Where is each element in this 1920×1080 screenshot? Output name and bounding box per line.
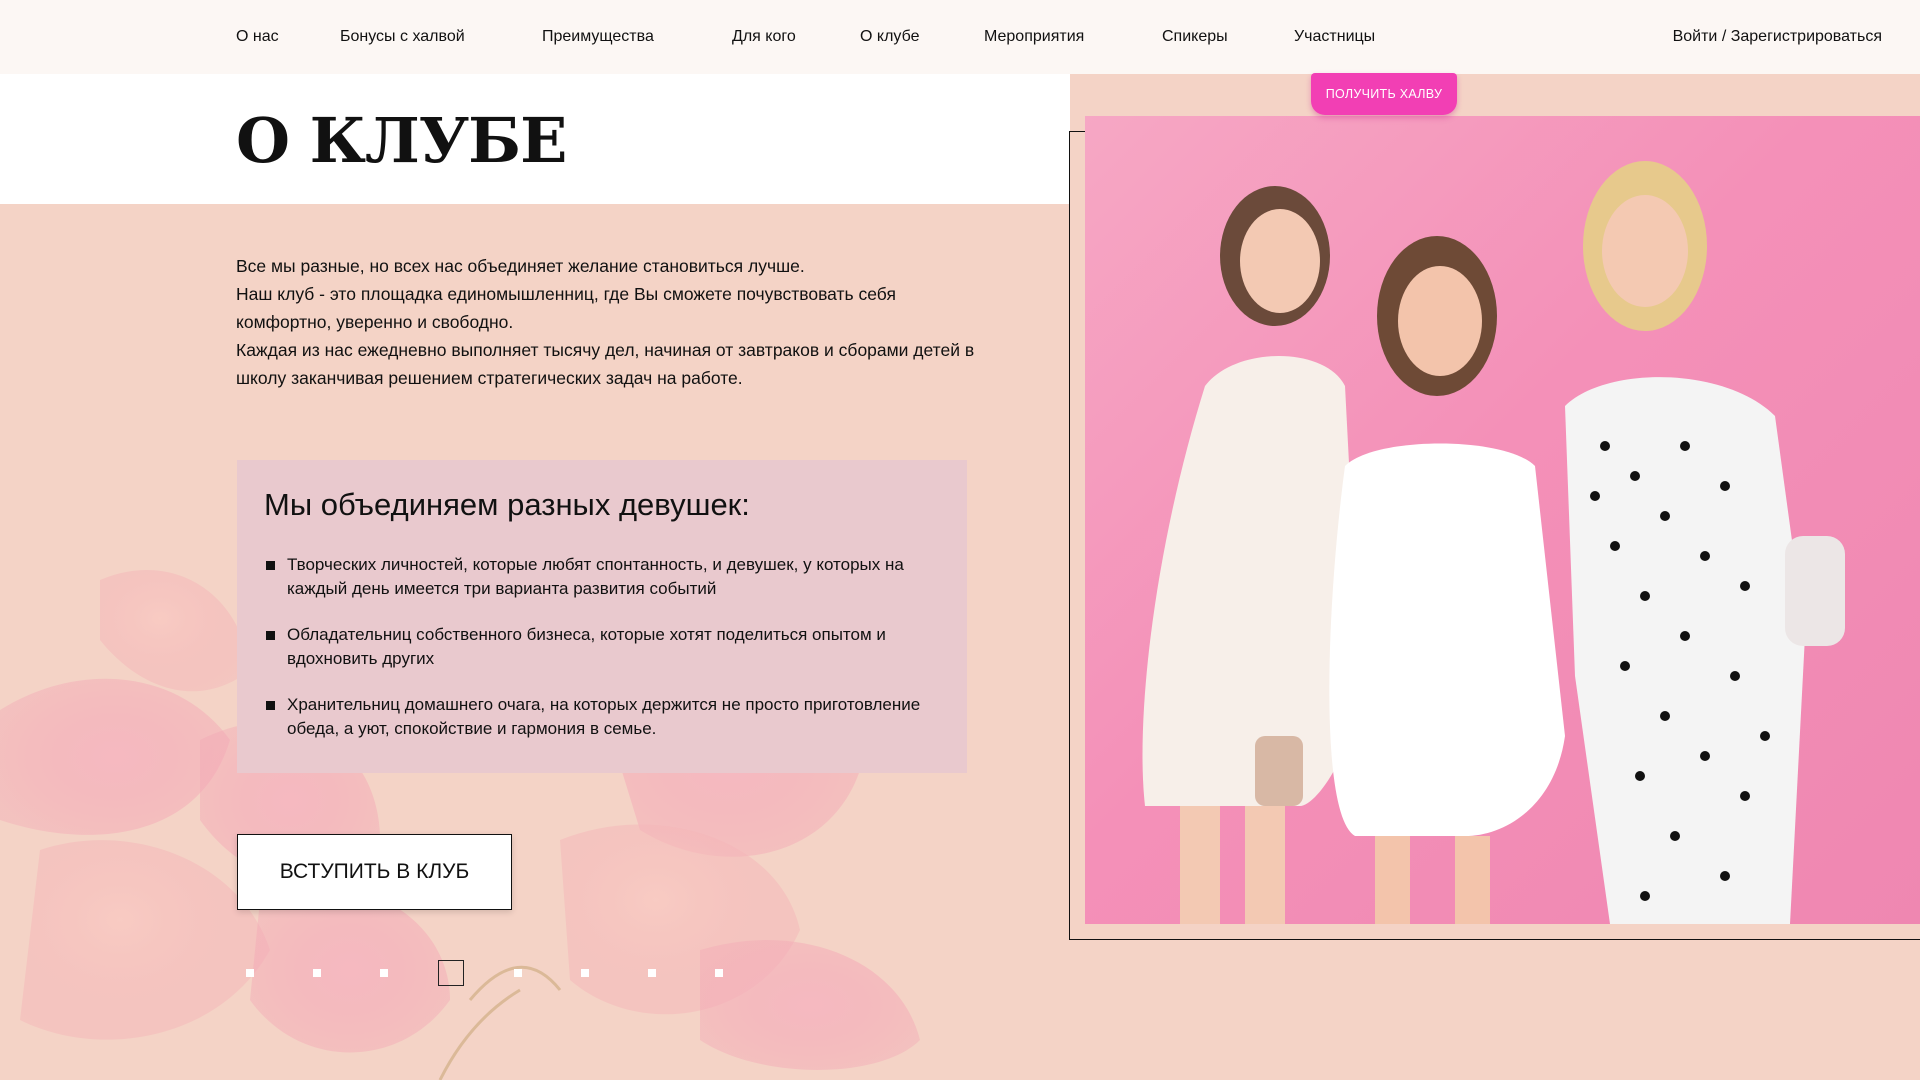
list-item: Хранительниц домашнего очага, на которых… bbox=[264, 693, 924, 741]
pagination-dot[interactable] bbox=[246, 969, 254, 977]
audience-list: Творческих личностей, которые любят спон… bbox=[264, 553, 939, 741]
club-members-photo bbox=[1085, 116, 1920, 924]
audience-title: Мы объединяем разных девушек: bbox=[264, 487, 750, 522]
pagination-dot[interactable] bbox=[380, 969, 388, 977]
top-navigation: О нас Бонусы с халвой Преимущества Для к… bbox=[0, 0, 1920, 74]
list-item: Обладательниц собственного бизнеса, кото… bbox=[264, 623, 924, 671]
pagination-dot[interactable] bbox=[581, 969, 589, 977]
nav-item-advantages[interactable]: Преимущества bbox=[542, 28, 654, 46]
square-bullet-icon bbox=[266, 701, 275, 710]
square-bullet-icon bbox=[266, 631, 275, 640]
page-title: О КЛУБЕ bbox=[236, 104, 567, 177]
intro-paragraph: Все мы разные, но всех нас объединяет же… bbox=[236, 256, 805, 276]
nav-item-events[interactable]: Мероприятия bbox=[984, 28, 1084, 46]
nav-item-members[interactable]: Участницы bbox=[1294, 28, 1375, 46]
intro-text: Все мы разные, но всех нас объединяет же… bbox=[236, 252, 976, 392]
three-women-illustration bbox=[1142, 161, 1845, 924]
pagination-dot[interactable] bbox=[514, 969, 522, 977]
pagination-dot-active[interactable] bbox=[438, 960, 464, 986]
intro-paragraph: Наш клуб - это площадка единомышленниц, … bbox=[236, 284, 896, 332]
pagination-dot[interactable] bbox=[715, 969, 723, 977]
pagination-dot[interactable] bbox=[313, 969, 321, 977]
list-item: Творческих личностей, которые любят спон… bbox=[264, 553, 924, 601]
login-register-link[interactable]: Войти / Зарегистрироваться bbox=[1673, 28, 1882, 46]
get-halva-button[interactable]: ПОЛУЧИТЬ ХАЛВУ bbox=[1311, 73, 1457, 115]
nav-item-bonuses[interactable]: Бонусы с халвой bbox=[340, 28, 465, 46]
nav-item-audience[interactable]: Для кого bbox=[732, 28, 796, 46]
join-club-button[interactable]: ВСТУПИТЬ В КЛУБ bbox=[237, 834, 512, 910]
intro-paragraph: Каждая из нас ежедневно выполняет тысячу… bbox=[236, 340, 975, 388]
nav-item-speakers[interactable]: Спикеры bbox=[1162, 28, 1228, 46]
nav-item-about[interactable]: О нас bbox=[236, 28, 279, 46]
pagination-dot[interactable] bbox=[648, 969, 656, 977]
square-bullet-icon bbox=[266, 561, 275, 570]
audience-box: Мы объединяем разных девушек: Творческих… bbox=[237, 460, 967, 773]
nav-item-club[interactable]: О клубе bbox=[860, 28, 919, 46]
